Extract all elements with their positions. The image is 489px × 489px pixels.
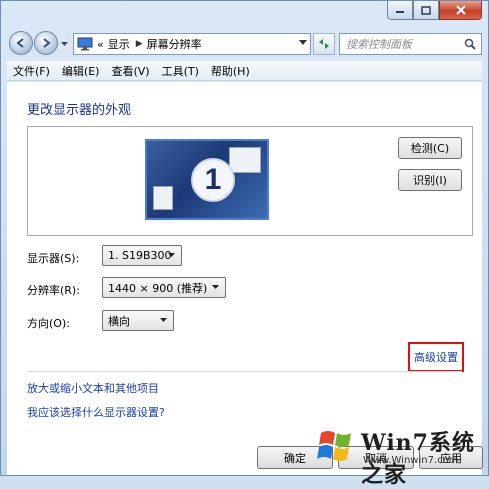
minimize-button[interactable]: [387, 1, 413, 20]
monitor-number-badge: 1: [191, 158, 235, 202]
display-select-value: 1. S19B300: [108, 249, 172, 262]
back-arrow-icon: [16, 38, 24, 48]
resolution-label: 分辨率(R):: [27, 284, 80, 297]
forward-button[interactable]: [34, 31, 58, 55]
text-size-link[interactable]: 放大或缩小文本和其他项目: [27, 380, 159, 396]
desktop-window-icon: [153, 186, 173, 210]
which-settings-link[interactable]: 我应该选择什么显示器设置?: [27, 404, 165, 420]
orientation-select-value: 横向: [108, 314, 130, 328]
address-bar[interactable]: « 显示 ▶ 屏幕分辨率: [73, 33, 311, 55]
menu-help[interactable]: 帮助(H): [205, 63, 256, 79]
breadcrumb-screen-resolution[interactable]: 屏幕分辨率: [147, 36, 202, 52]
desktop-window-icon: [229, 147, 261, 173]
menu-tools[interactable]: 工具(T): [156, 63, 205, 79]
refresh-icon: [319, 39, 329, 49]
breadcrumb-display[interactable]: 显示: [108, 36, 130, 52]
search-icon[interactable]: [464, 38, 476, 50]
display-label: 显示器(S):: [27, 252, 80, 265]
menu-edit[interactable]: 编辑(E): [56, 63, 106, 79]
menu-bar: 文件(F) 编辑(E) 查看(V) 工具(T) 帮助(H): [7, 61, 482, 81]
display-icon: [77, 37, 93, 51]
control-panel-window: « 显示 ▶ 屏幕分辨率 搜索控制面板 文件(F) 编辑(E) 查看(V) 工具…: [0, 0, 489, 488]
close-icon: [455, 5, 466, 15]
identify-button[interactable]: 识别(I): [398, 169, 462, 191]
search-box[interactable]: 搜索控制面板: [339, 33, 482, 55]
chevron-down-icon: [168, 253, 175, 257]
detect-button[interactable]: 检测(C): [398, 137, 462, 159]
forward-arrow-icon: [43, 38, 51, 48]
content-area: 更改显示器的外观 1 检测(C) 识别(I) 显示器(S): 1. S19B30…: [7, 82, 483, 475]
breadcrumb-separator-icon[interactable]: ▶: [136, 39, 143, 49]
monitor-1-thumbnail[interactable]: 1: [145, 139, 269, 220]
maximize-icon: [421, 5, 431, 15]
orientation-select[interactable]: 横向: [102, 310, 174, 331]
navigation-bar: « 显示 ▶ 屏幕分辨率 搜索控制面板: [7, 31, 482, 57]
maximize-button[interactable]: [413, 1, 439, 20]
chevron-down-icon: [160, 318, 167, 322]
caption-buttons: [387, 1, 482, 20]
search-input[interactable]: 搜索控制面板: [346, 36, 464, 52]
chevron-down-icon: [60, 41, 68, 46]
back-button[interactable]: [9, 31, 33, 55]
watermark: Win7系统之家 Www.Winwin7.com: [317, 421, 489, 488]
minimize-icon: [396, 11, 404, 13]
orientation-label: 方向(O):: [27, 317, 70, 330]
recent-pages-dropdown[interactable]: [60, 39, 68, 49]
chevron-down-icon[interactable]: [299, 40, 307, 45]
address-prefix[interactable]: «: [97, 38, 104, 51]
menu-view[interactable]: 查看(V): [105, 63, 155, 79]
refresh-button[interactable]: [313, 33, 335, 55]
monitor-number: 1: [204, 163, 222, 196]
page-title: 更改显示器的外观: [27, 103, 132, 118]
monitor-preview-panel: 1 检测(C) 识别(I): [27, 126, 473, 236]
divider: [27, 371, 462, 372]
close-button[interactable]: [439, 1, 482, 20]
chevron-down-icon: [212, 285, 219, 289]
windows-logo-icon: [317, 431, 351, 461]
advanced-settings-link[interactable]: 高级设置: [408, 342, 464, 372]
display-select[interactable]: 1. S19B300: [102, 245, 182, 266]
menu-file[interactable]: 文件(F): [7, 63, 56, 79]
watermark-url: Www.Winwin7.com: [363, 455, 459, 466]
resolution-select[interactable]: 1440 × 900 (推荐): [102, 277, 226, 298]
resolution-select-value: 1440 × 900 (推荐): [108, 281, 208, 295]
